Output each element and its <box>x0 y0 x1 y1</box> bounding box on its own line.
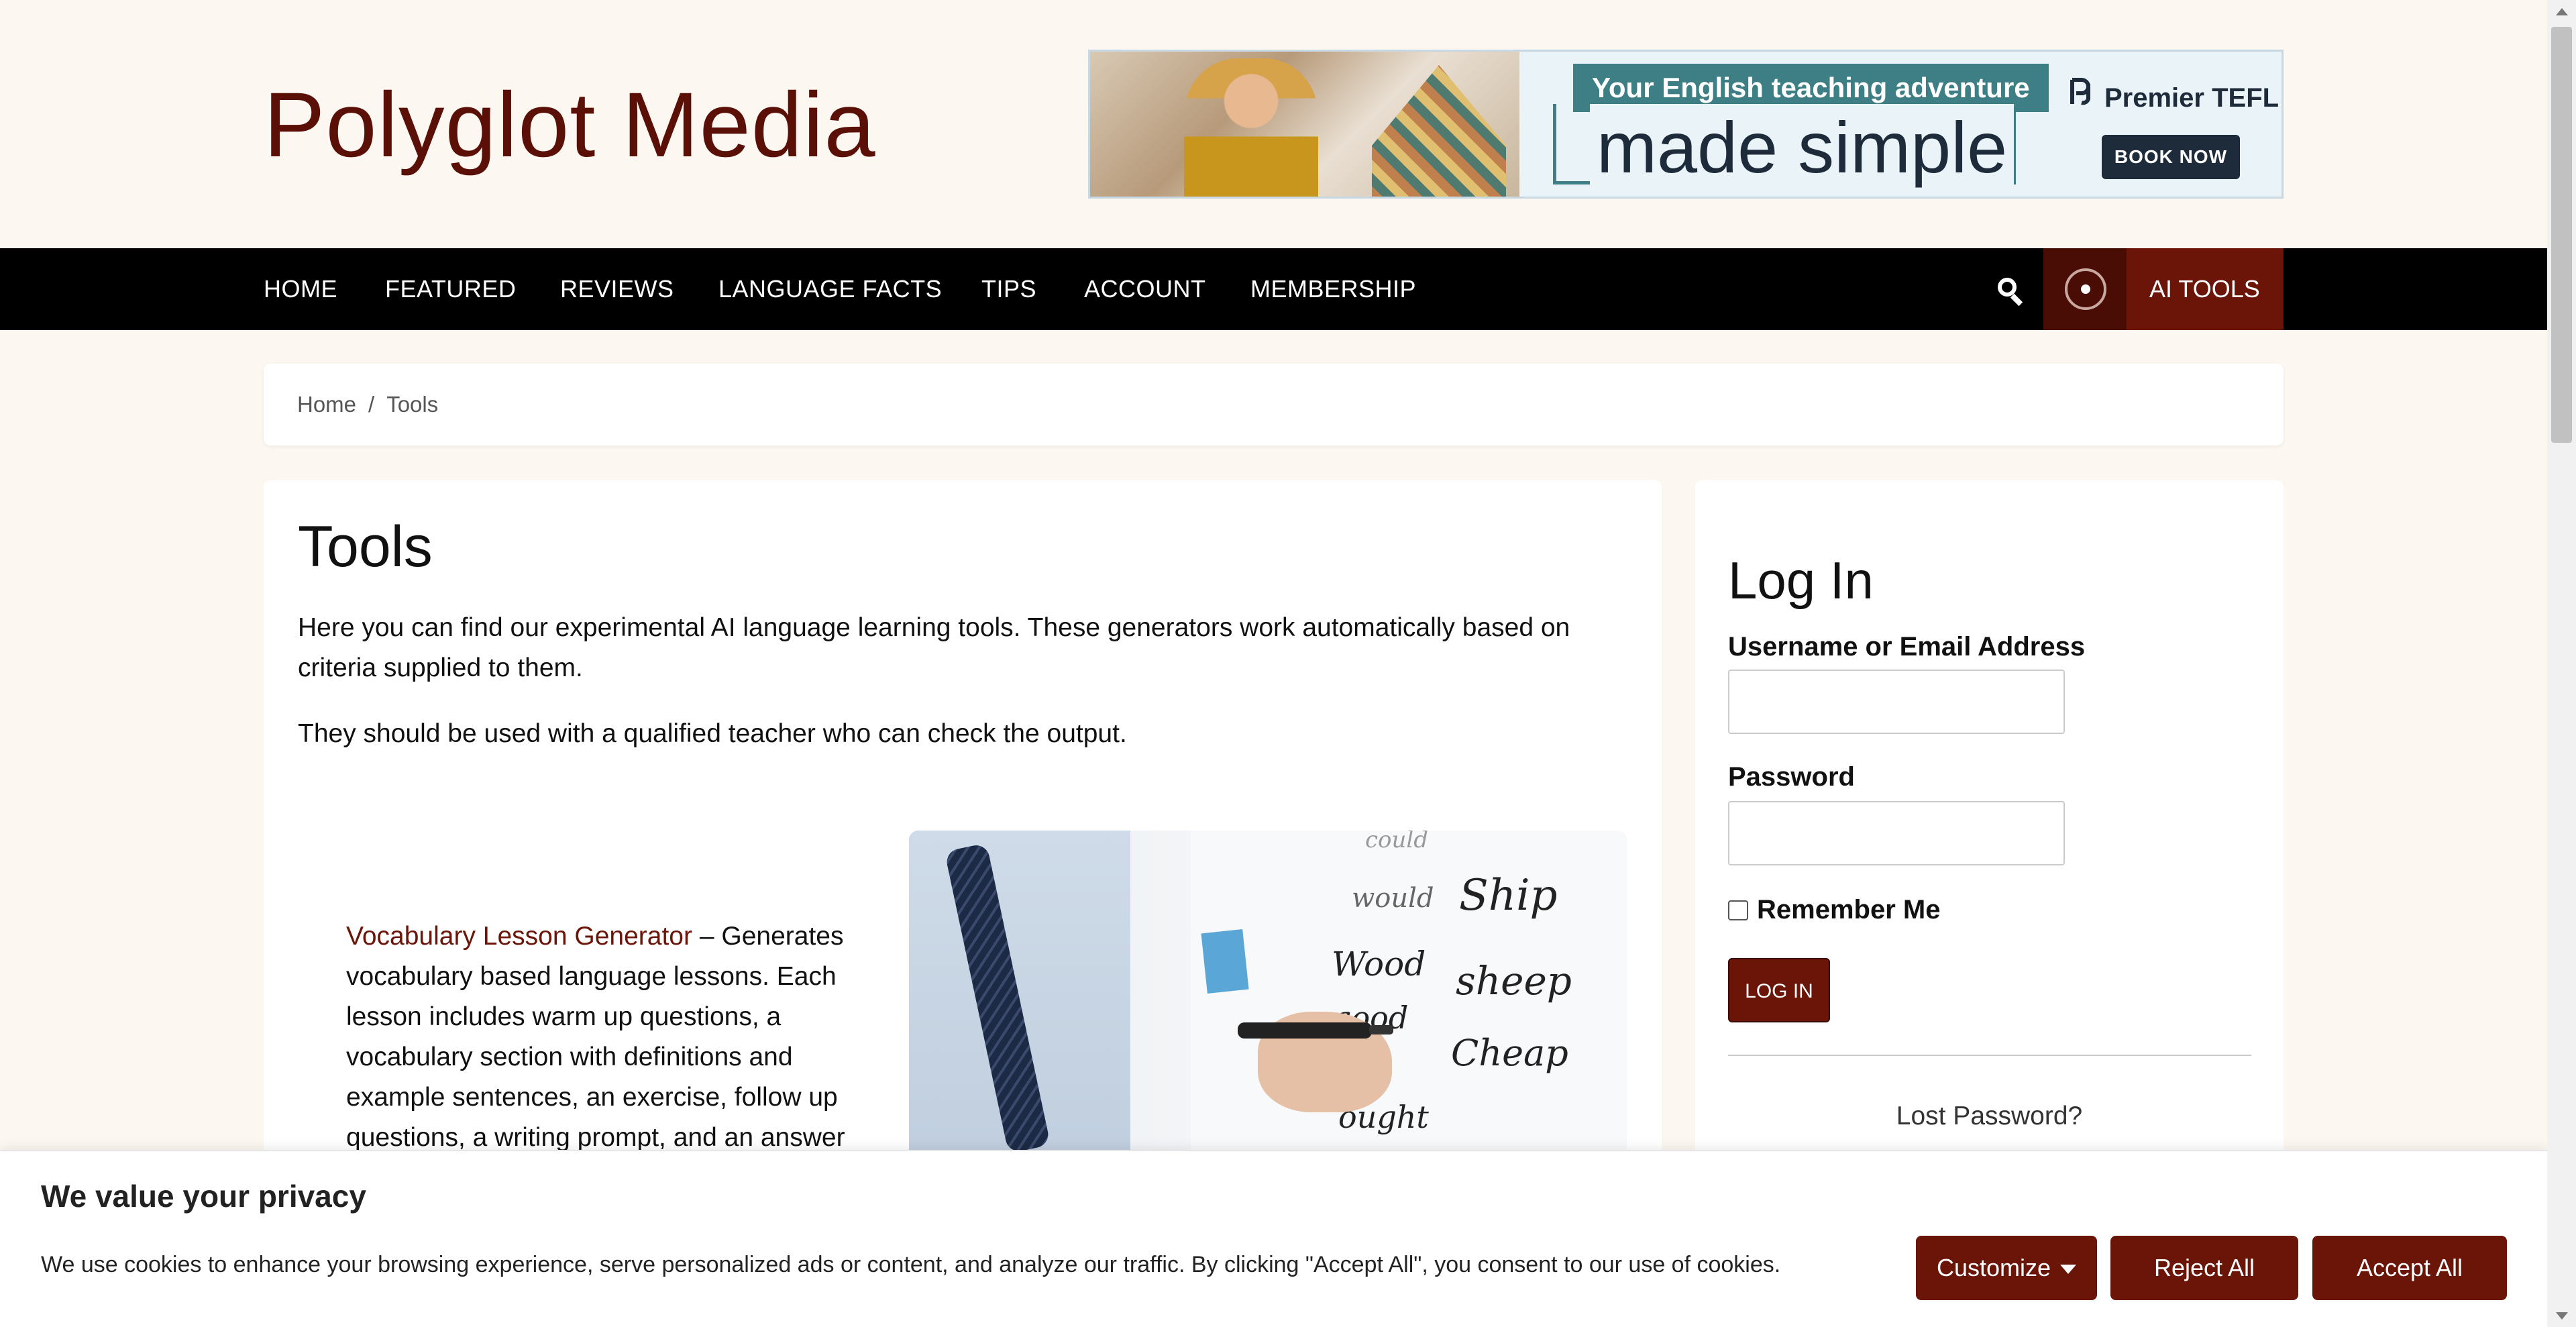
chevron-down-icon <box>2060 1265 2077 1275</box>
password-label: Password <box>1728 762 1855 792</box>
username-label: Username or Email Address <box>1728 632 2086 661</box>
password-field[interactable] <box>1728 801 2065 865</box>
accept-all-button[interactable]: Accept All <box>2312 1236 2507 1300</box>
cookie-text: We use cookies to enhance your browsing … <box>41 1252 1781 1277</box>
nav-item-membership[interactable]: MEMBERSHIP <box>1250 248 1416 330</box>
nav-item-language-facts[interactable]: LANGUAGE FACTS <box>718 248 942 330</box>
ai-toggle-button[interactable] <box>2043 248 2127 330</box>
cookie-banner: We value your privacy We use cookies to … <box>0 1150 2547 1327</box>
board-word: sheep <box>1456 958 1572 1004</box>
ad-photo <box>1090 52 1519 197</box>
intro-paragraph: Here you can find our experimental AI la… <box>298 613 1570 682</box>
board-word: Cheap <box>1451 1032 1568 1074</box>
board-word: could <box>1365 831 1429 853</box>
customize-button[interactable]: Customize <box>1916 1236 2097 1300</box>
ad-building-image <box>1372 65 1506 197</box>
image-marker <box>1238 1022 1393 1039</box>
nav-item-account[interactable]: ACCOUNT <box>1084 248 1206 330</box>
site-title[interactable]: Polyglot Media <box>264 72 876 178</box>
scroll-down-icon[interactable] <box>2556 1312 2568 1320</box>
ad-brand-name: Premier TEFL <box>2104 83 2279 113</box>
reject-all-button[interactable]: Reject All <box>2110 1236 2298 1300</box>
ai-tools-label[interactable]: AI TOOLS <box>2149 248 2260 330</box>
lost-password-link[interactable]: Lost Password? <box>1695 1102 2284 1131</box>
board-word: Wood <box>1332 945 1426 984</box>
tool-description: Vocabulary Lesson Generator – Generates … <box>346 916 869 1158</box>
intro-note: They should be used with a qualified tea… <box>298 719 1127 748</box>
nav-item-featured[interactable]: FEATURED <box>385 248 516 330</box>
login-button[interactable]: LOG IN <box>1728 958 1830 1022</box>
search-handle <box>2010 293 2023 307</box>
customize-label: Customize <box>1936 1254 2051 1281</box>
breadcrumb-current: Tools <box>386 392 439 417</box>
page-scrollbar[interactable] <box>2547 0 2576 1327</box>
site-header: Polyglot Media Your English teaching adv… <box>0 0 2547 248</box>
ad-banner[interactable]: Your English teaching adventure made sim… <box>1088 50 2284 199</box>
ai-tools-menu[interactable]: AI TOOLS <box>2043 248 2284 330</box>
cookie-title: We value your privacy <box>41 1179 366 1214</box>
ad-person-image <box>1184 58 1318 197</box>
nav-item-tips[interactable]: TIPS <box>981 248 1036 330</box>
login-title: Log In <box>1728 551 1874 610</box>
ad-brand: Premier TEFL <box>2068 77 2279 113</box>
board-word: Ship <box>1459 871 1558 920</box>
remember-me-checkbox[interactable] <box>1728 900 1748 920</box>
ad-tagline: made simple <box>1590 104 2015 191</box>
image-sticky-note <box>1201 929 1249 994</box>
remember-me-label[interactable]: Remember Me <box>1757 895 1940 925</box>
board-word: would <box>1352 883 1434 914</box>
breadcrumb: Home / Tools <box>264 364 2284 445</box>
search-icon[interactable] <box>1991 248 2031 330</box>
main-nav: HOME FEATURED REVIEWS LANGUAGE FACTS TIP… <box>0 248 2547 330</box>
nav-item-home[interactable]: HOME <box>264 248 337 330</box>
breadcrumb-home[interactable]: Home <box>297 392 356 417</box>
username-field[interactable] <box>1728 670 2065 734</box>
nav-item-reviews[interactable]: REVIEWS <box>560 248 674 330</box>
ad-book-now-button[interactable]: BOOK NOW <box>2102 135 2240 179</box>
breadcrumb-separator: / <box>368 392 375 417</box>
tool-description-text: – Generates vocabulary based language le… <box>346 922 845 1152</box>
scrollbar-thumb[interactable] <box>2551 27 2572 443</box>
scroll-up-icon[interactable] <box>2556 8 2568 15</box>
page-title: Tools <box>298 515 433 579</box>
toggle-dot-icon <box>2081 284 2090 294</box>
vocabulary-lesson-generator-link[interactable]: Vocabulary Lesson Generator <box>346 922 692 951</box>
sidebar-divider <box>1728 1055 2251 1056</box>
premier-tefl-logo-icon <box>2068 77 2095 113</box>
